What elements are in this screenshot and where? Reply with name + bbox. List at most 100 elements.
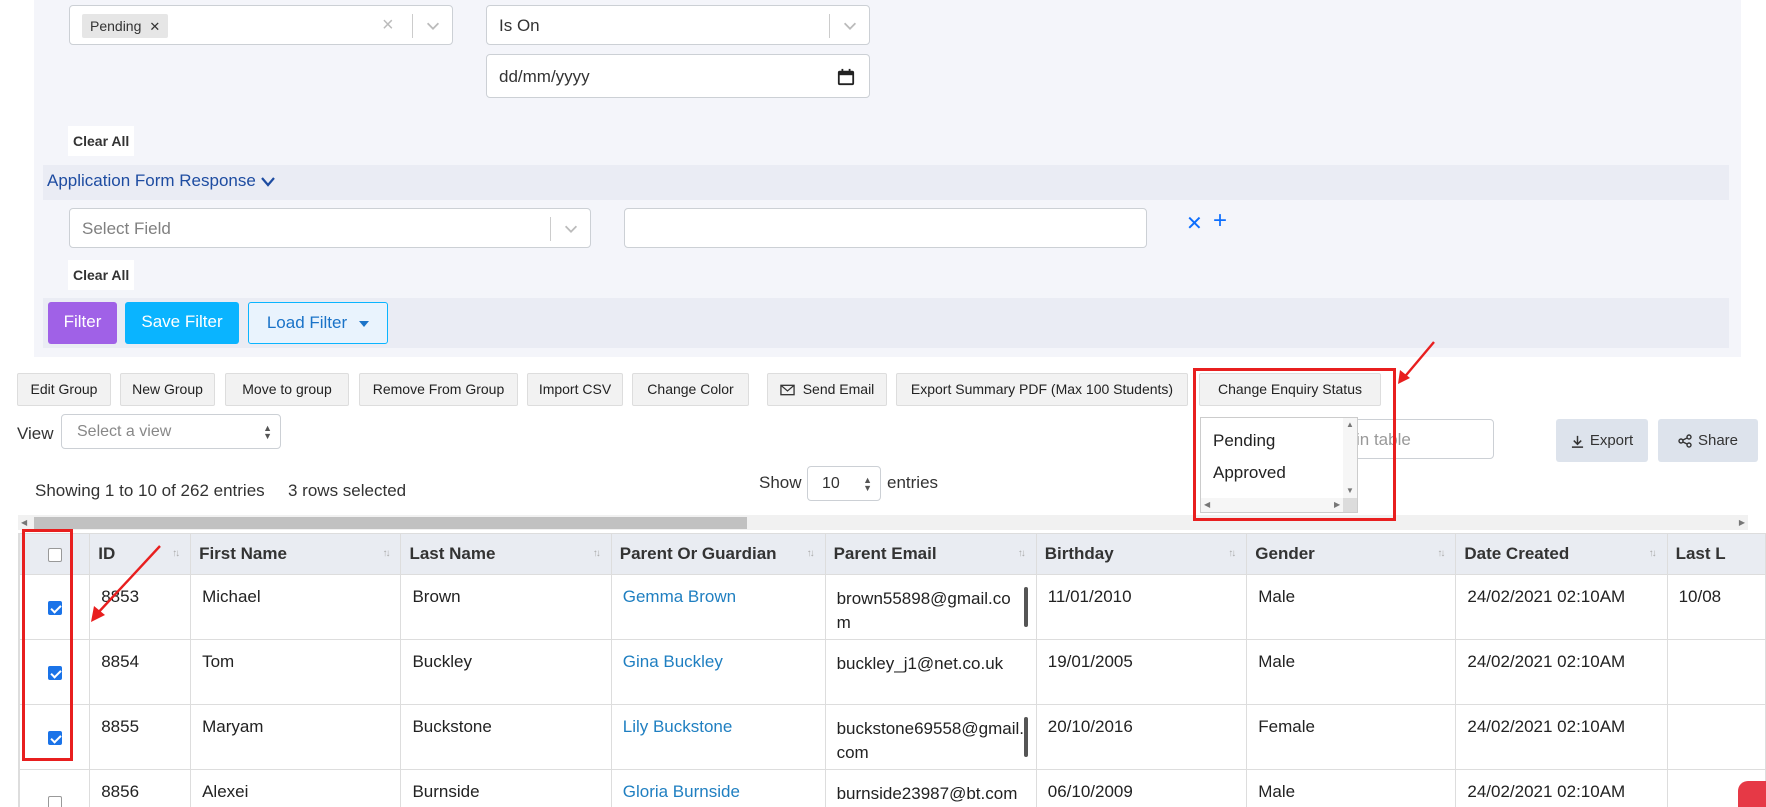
show-label: Show [759,473,802,492]
sort-icon: ↑↓ [1017,548,1026,559]
rows-selected-text: 3 rows selected [288,481,407,500]
date-field[interactable]: dd/mm/yyyy [486,54,870,98]
status-multiselect[interactable]: Pending ✕ × [69,5,453,45]
chevron-down-icon[interactable] [424,17,442,35]
remove-from-group-button[interactable]: Remove From Group [359,373,518,406]
export-summary-pdf-button[interactable]: Export Summary PDF (Max 100 Students) [896,373,1188,406]
table-row[interactable]: 8856 Alexei Burnside Gloria Burnside bur… [19,769,1766,807]
column-label: Last L [1675,544,1726,563]
tag-remove-icon[interactable]: ✕ [149,19,160,34]
table-horizontal-scrollbar[interactable]: ◀ ▶ [18,515,1748,530]
sort-icon: ↑↓ [806,548,815,559]
chevron-down-icon [260,176,275,187]
clear-all-button[interactable]: Clear All [68,260,135,290]
column-header-gender[interactable]: Gender ↑↓ [1246,533,1457,575]
new-group-button[interactable]: New Group [120,373,215,406]
parent-link[interactable]: Gina Buckley [623,652,723,671]
column-label: First Name [199,544,287,563]
clear-icon[interactable]: × [382,15,394,35]
sort-icon: ↑↓ [592,548,601,559]
cell-parent: Gloria Burnside [610,769,826,807]
cell-first-name: Tom [190,639,402,705]
cell-scrollbar[interactable] [1023,717,1028,757]
table-row[interactable]: 8854 Tom Buckley Gina Buckley buckley_j1… [19,639,1766,705]
column-label: Birthday [1044,544,1114,563]
calendar-icon[interactable] [837,68,855,86]
view-select[interactable]: Select a view ▲ ▼ [61,414,281,449]
select-field-placeholder: Select Field [82,219,171,238]
parent-link[interactable]: Lily Buckstone [623,717,733,736]
view-label: View [17,424,54,443]
row-checkbox[interactable] [47,795,62,807]
parent-link[interactable]: Gloria Burnside [623,782,740,801]
chevron-down-icon[interactable] [841,17,859,35]
import-csv-button[interactable]: Import CSV [527,373,623,406]
annotation-arrow-icon [1398,341,1435,384]
table-row[interactable]: 8855 Maryam Buckstone Lily Buckstone buc… [19,704,1766,770]
column-header-parent[interactable]: Parent Or Guardian ↑↓ [610,533,826,575]
section-title-label: Application Form Response [47,171,256,190]
column-label: Gender [1255,544,1315,563]
status-tag: Pending ✕ [82,14,169,38]
column-header-date-created[interactable]: Date Created ↑↓ [1455,533,1668,575]
sort-icon: ↑↓ [1437,548,1445,559]
column-header-birthday[interactable]: Birthday ↑↓ [1035,533,1248,575]
field-value-input[interactable] [624,208,1147,248]
students-table-grid: ID ↑↓ First Name ↑↓ Last Name ↑↓ Parent Or … [19,533,1766,807]
section-title[interactable]: Application Form Response [47,171,276,191]
column-header-first-name[interactable]: First Name ↑↓ [190,533,402,575]
cell-first-name: Maryam [190,704,402,770]
cell-last-login: 10/08 [1666,574,1766,640]
select-separator [550,217,551,241]
change-color-button[interactable]: Change Color [632,373,749,406]
select-field-dropdown[interactable]: Select Field [69,208,591,248]
entries-per-page-select[interactable]: 10 ▲ ▼ [807,466,881,501]
add-row-icon[interactable]: + [1213,207,1227,235]
column-header-last-login[interactable]: Last L [1666,533,1766,575]
cell-parent: Gina Buckley [610,639,826,705]
annotation-box-status [1193,368,1396,521]
download-icon [1571,435,1583,448]
cell-parent-email: brown55898@gmail.com [824,574,1037,640]
parent-link[interactable]: Gemma Brown [623,587,736,606]
cell-scrollbar[interactable] [1023,587,1028,627]
students-table: ID ↑↓ First Name ↑↓ Last Name ↑↓ Parent Or … [18,533,1766,807]
edit-group-button[interactable]: Edit Group [17,373,111,406]
view-placeholder: Select a view [77,423,172,440]
load-filter-button[interactable]: Load Filter [248,302,388,344]
condition-select[interactable]: Is On [486,5,870,45]
send-email-button[interactable]: Send Email [767,373,887,406]
select-separator [829,14,830,38]
cell-parent: Gemma Brown [610,574,826,640]
remove-row-icon[interactable]: ✕ [1186,211,1203,236]
email-text: buckstone69558@gmail.com [836,719,1024,762]
email-text: burnside23987@bt.com [836,784,1018,803]
application-form-section: Application Form Response [43,165,1729,200]
table-row[interactable]: 8853 Michael Brown Gemma Brown brown5589… [19,574,1766,640]
caret-down-icon [359,320,370,327]
cell-last-login [1666,704,1766,770]
move-to-group-button[interactable]: Move to group [225,373,349,406]
sort-icon: ↑↓ [1648,548,1657,559]
chevron-down-icon[interactable] [562,220,580,238]
save-filter-button[interactable]: Save Filter [125,302,239,344]
clear-all-button[interactable]: Clear All [68,126,135,156]
filter-button[interactable]: Filter [48,302,117,344]
help-widget-icon[interactable] [1738,781,1766,807]
scrollbar-thumb[interactable] [34,517,747,529]
cell-last-login [1666,639,1766,705]
cell-birthday: 11/01/2010 [1035,574,1248,640]
share-label: Share [1697,432,1739,449]
cell-date-created: 24/02/2021 02:10AM [1455,639,1668,705]
entries-value: 10 [822,475,840,492]
cell-last-name: Brown [400,574,612,640]
share-button[interactable]: Share [1658,419,1758,462]
cell-date-created: 24/02/2021 02:10AM [1455,704,1668,770]
export-button[interactable]: Export [1556,419,1648,462]
column-label: Date Created [1464,544,1570,563]
cell-date-created: 24/02/2021 02:10AM [1455,574,1668,640]
column-header-last-name[interactable]: Last Name ↑↓ [400,533,612,575]
sort-icon: ↑↓ [382,548,390,559]
cell-id: 8854 [89,639,192,705]
column-header-parent-email[interactable]: Parent Email ↑↓ [824,533,1037,575]
